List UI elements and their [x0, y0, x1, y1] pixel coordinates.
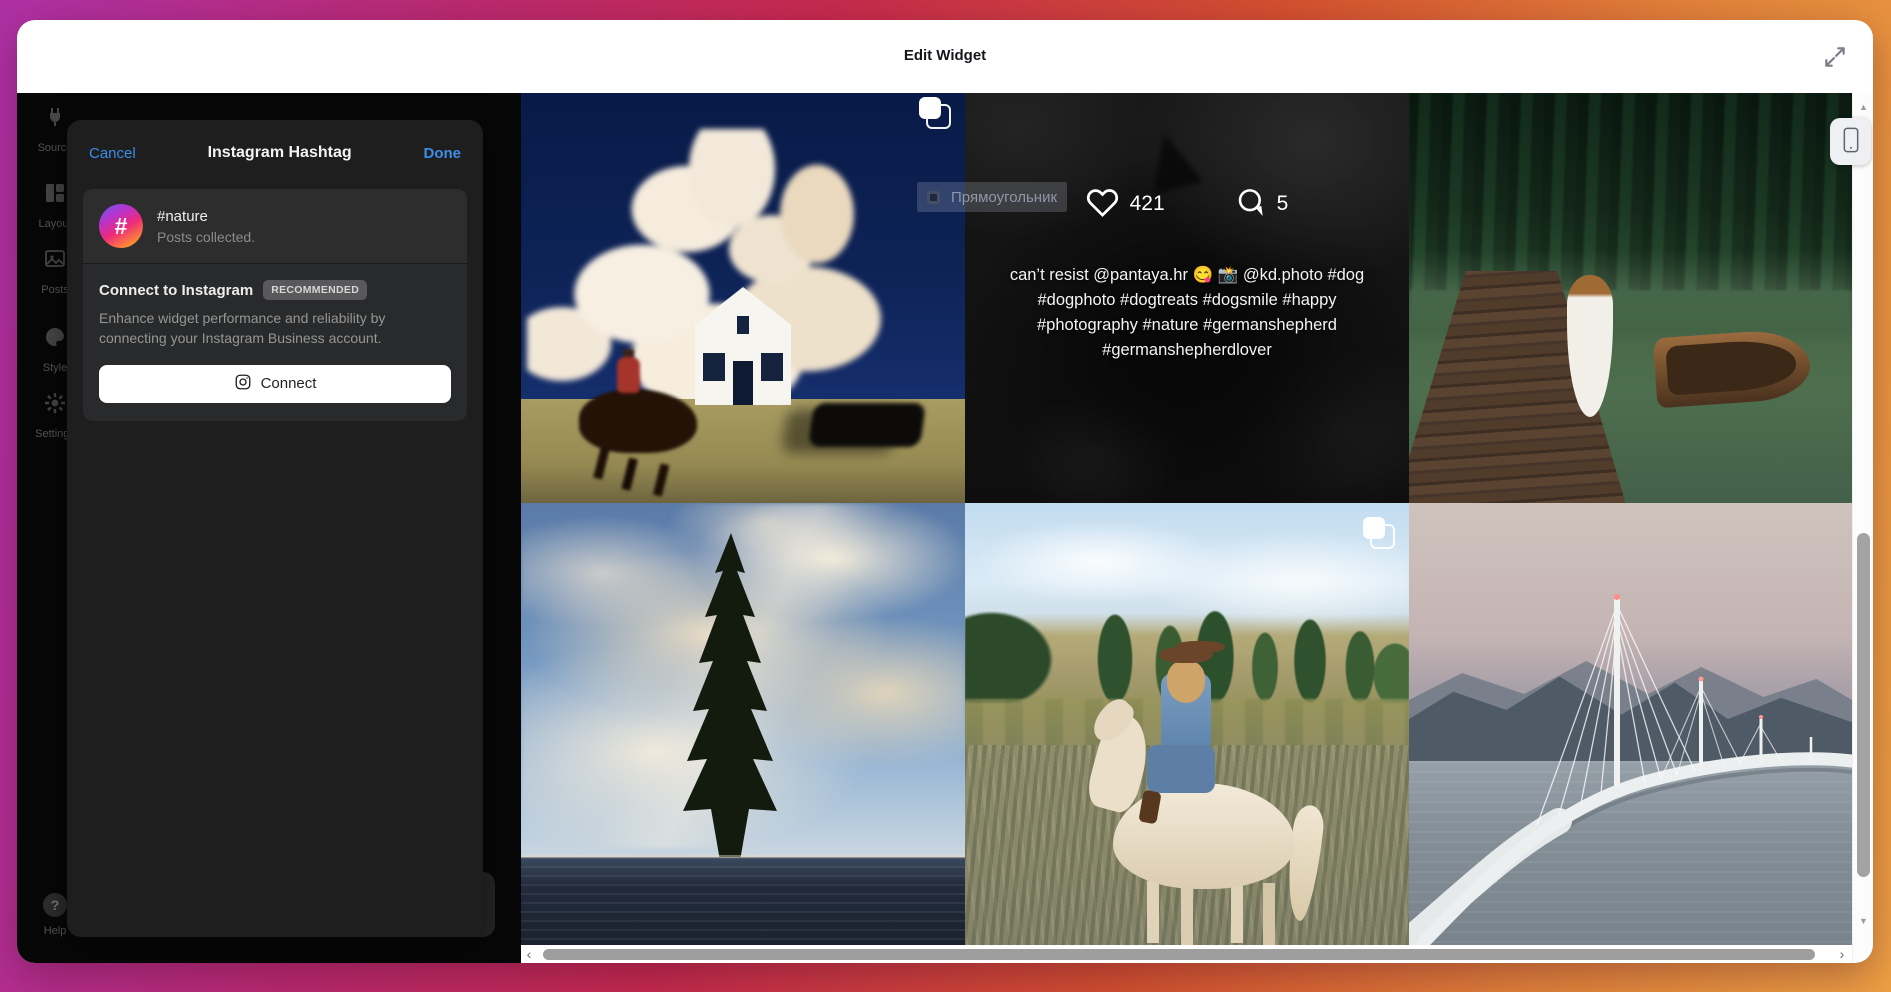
snip-tool-tooltip: Прямоугольник — [917, 182, 1067, 212]
art-boat — [1653, 328, 1813, 409]
connect-section: Connect to Instagram RECOMMENDED Enhance… — [83, 264, 467, 421]
carousel-icon — [919, 97, 949, 127]
art-rider — [1161, 673, 1211, 749]
art-dark-object — [808, 403, 926, 447]
connect-button-label: Connect — [261, 375, 317, 392]
edit-widget-modal: Edit Widget Source — [17, 20, 1873, 963]
art-horse-group — [1095, 663, 1325, 945]
carousel-icon — [1363, 517, 1393, 547]
instagram-hashtag-panel: Cancel Instagram Hashtag Done # #nature … — [67, 120, 483, 937]
layout-icon — [43, 181, 67, 210]
hashtag-gradient-icon: # — [99, 204, 143, 248]
art-water — [521, 857, 965, 945]
connect-title: Connect to Instagram — [99, 282, 253, 299]
horizontal-scroll-thumb[interactable] — [543, 949, 1815, 960]
expand-button[interactable] — [1817, 40, 1853, 76]
art-rider-leg — [1147, 745, 1215, 793]
art-horse-body — [1113, 783, 1295, 889]
modal-body: Source Layout Posts — [17, 93, 1873, 963]
snip-tooltip-label: Прямоугольник — [951, 189, 1057, 206]
post-tile-cloud-house[interactable] — [521, 93, 965, 503]
hashtag-texts: #nature Posts collected. — [157, 208, 255, 245]
mobile-preview-button[interactable] — [1830, 118, 1871, 165]
palette-icon — [43, 325, 67, 354]
panel-header: Cancel Instagram Hashtag Done — [67, 120, 483, 162]
post-tile-bridge[interactable] — [1409, 503, 1852, 945]
comment-icon — [1235, 186, 1266, 222]
art-horse-legs — [1147, 881, 1159, 943]
post-tile-dog-hovered[interactable]: 421 5 can’t resist @pantaya.hr 😋 📸 @kd.p… — [965, 93, 1409, 503]
connect-description: Enhance widget performance and reliabili… — [99, 309, 451, 349]
connect-title-row: Connect to Instagram RECOMMENDED — [99, 280, 451, 300]
cancel-button[interactable]: Cancel — [89, 145, 136, 162]
post-tile-dock-lake[interactable] — [1409, 93, 1852, 503]
screen-background: Edit Widget Source — [0, 0, 1891, 992]
image-icon — [43, 247, 67, 276]
scroll-left-arrow[interactable]: ‹ — [521, 945, 537, 963]
likes-stat: 421 — [1086, 185, 1165, 223]
art-dock — [1409, 271, 1657, 503]
shape-swatch-icon — [927, 191, 940, 204]
scroll-down-arrow[interactable]: ▼ — [1853, 916, 1873, 926]
plug-icon — [43, 105, 67, 134]
vertical-scroll-thumb[interactable] — [1857, 533, 1870, 877]
modal-title: Edit Widget — [17, 47, 1873, 64]
art-bridge — [1409, 503, 1852, 945]
sidebar-item-label: Help — [44, 925, 67, 937]
post-caption: can’t resist @pantaya.hr 😋 📸 @kd.photo #… — [1004, 263, 1370, 363]
instagram-icon — [234, 373, 252, 395]
hashtag-source-row[interactable]: # #nature Posts collected. — [83, 189, 467, 263]
smartphone-icon — [1841, 126, 1861, 157]
scroll-right-arrow[interactable]: › — [1834, 945, 1850, 963]
panel-card: # #nature Posts collected. Connect to In… — [83, 189, 467, 421]
heart-icon — [1086, 185, 1119, 223]
likes-count: 421 — [1130, 192, 1165, 216]
done-button[interactable]: Done — [424, 145, 462, 162]
scroll-up-arrow[interactable]: ▲ — [1853, 102, 1873, 112]
comments-count: 5 — [1277, 192, 1289, 216]
help-icon: ? — [43, 893, 67, 917]
modal-header: Edit Widget — [17, 20, 1873, 93]
post-tile-sunset-pine[interactable] — [521, 503, 965, 945]
hashtag-status: Posts collected. — [157, 229, 255, 245]
gear-icon — [43, 391, 67, 420]
comments-stat: 5 — [1235, 185, 1289, 223]
connect-button[interactable]: Connect — [99, 365, 451, 403]
recommended-badge: RECOMMENDED — [263, 280, 367, 300]
horizontal-scrollbar[interactable]: ‹ › — [521, 945, 1852, 963]
vertical-scrollbar[interactable]: ▲ ▼ — [1852, 93, 1873, 963]
post-tile-horse-rider[interactable] — [965, 503, 1409, 945]
sidebar-item-label: Posts — [41, 284, 69, 296]
art-pine-tree — [671, 533, 791, 878]
hashtag-name: #nature — [157, 208, 255, 225]
feed-grid: 421 5 can’t resist @pantaya.hr 😋 📸 @kd.p… — [521, 93, 1852, 945]
panel-title: Instagram Hashtag — [208, 144, 352, 162]
expand-icon — [1822, 44, 1848, 73]
sidebar-item-label: Style — [43, 362, 67, 374]
